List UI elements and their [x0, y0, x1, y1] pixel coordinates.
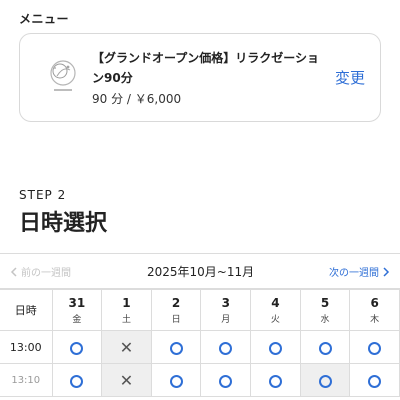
slot-available[interactable]	[150, 330, 202, 364]
time-column-header: 日時	[0, 289, 53, 331]
available-circle-icon	[268, 341, 282, 355]
menu-card: 【グランドオープン価格】リラクゼーション90分 90 分 / ￥6,000 変更	[19, 33, 381, 122]
available-circle-icon	[169, 374, 183, 388]
day-header: 1土	[101, 289, 152, 331]
prev-week-button[interactable]: 前の一週間	[10, 264, 71, 279]
time-slot-row: 13:00 ✕	[0, 330, 400, 364]
available-circle-icon	[70, 374, 84, 388]
menu-title: 【グランドオープン価格】リラクゼーション90分	[92, 51, 320, 85]
slot-available[interactable]	[299, 363, 351, 397]
day-number: 6	[370, 295, 379, 310]
slot-unavailable: ✕	[101, 363, 152, 397]
day-number: 2	[171, 295, 181, 310]
step-label: STEP 2	[19, 188, 67, 202]
day-number: 1	[122, 295, 131, 310]
day-number: 4	[271, 295, 280, 310]
day-number: 3	[221, 295, 230, 310]
available-circle-icon	[368, 341, 382, 355]
day-header: 31 金	[51, 289, 103, 331]
day-weekday: 月	[221, 314, 231, 325]
day-weekday: 木	[370, 314, 380, 325]
day-weekday: 日	[171, 314, 181, 325]
week-navigation: 前の一週間 2025年10月~11月 次の一週間	[0, 253, 400, 289]
slot-available[interactable]	[51, 363, 103, 397]
chevron-left-icon	[10, 266, 17, 277]
time-label: 13:00	[0, 330, 53, 364]
time-slot-row: 13:10 ✕	[0, 363, 400, 397]
available-circle-icon	[268, 374, 282, 388]
slot-available[interactable]	[200, 363, 252, 397]
day-weekday: 火	[270, 314, 280, 325]
next-week-button[interactable]: 次の一週間	[329, 264, 390, 279]
day-header: 4火	[250, 289, 301, 331]
slot-available[interactable]	[200, 330, 252, 364]
available-circle-icon	[318, 374, 332, 388]
page-title: 日時選択	[19, 211, 108, 236]
menu-duration-price: 90 分 / ￥6,000	[92, 92, 182, 106]
unavailable-cross-icon: ✕	[119, 370, 134, 390]
available-circle-icon	[219, 341, 233, 355]
available-circle-icon	[318, 341, 332, 355]
slot-available[interactable]	[299, 330, 351, 364]
slot-available[interactable]	[250, 363, 301, 397]
availability-calendar: 日時 31 金 1土 2日 3月 4火 5水 6木 13:00 ✕ 13:10 ✕	[0, 289, 400, 397]
time-label: 13:10	[0, 363, 53, 397]
day-weekday: 水	[320, 314, 330, 325]
available-circle-icon	[70, 341, 84, 355]
day-header: 2日	[150, 289, 202, 331]
slot-available[interactable]	[51, 330, 103, 364]
day-number: 31	[68, 295, 86, 310]
menu-section-label: メニュー	[19, 12, 70, 26]
slot-available[interactable]	[150, 363, 202, 397]
prev-week-label: 前の一週間	[21, 268, 71, 279]
change-menu-button[interactable]: 変更	[335, 67, 365, 88]
day-header: 3月	[200, 289, 252, 331]
available-circle-icon	[169, 341, 183, 355]
available-circle-icon	[368, 374, 382, 388]
next-week-label: 次の一週間	[329, 268, 379, 279]
day-header: 5水	[299, 289, 351, 331]
available-circle-icon	[219, 374, 233, 388]
relaxation-logo-icon	[46, 57, 80, 97]
slot-available[interactable]	[349, 363, 400, 397]
unavailable-cross-icon: ✕	[119, 337, 134, 357]
day-number: 5	[320, 295, 330, 310]
day-header: 6木	[349, 289, 400, 331]
slot-unavailable: ✕	[101, 330, 152, 364]
day-weekday: 土	[121, 314, 131, 325]
chevron-right-icon	[383, 266, 390, 277]
date-range-label: 2025年10月~11月	[147, 265, 255, 279]
day-weekday: 金	[72, 314, 82, 325]
slot-available[interactable]	[349, 330, 400, 364]
slot-available[interactable]	[250, 330, 301, 364]
calendar-header-row: 日時 31 金 1土 2日 3月 4火 5水 6木	[0, 289, 400, 331]
